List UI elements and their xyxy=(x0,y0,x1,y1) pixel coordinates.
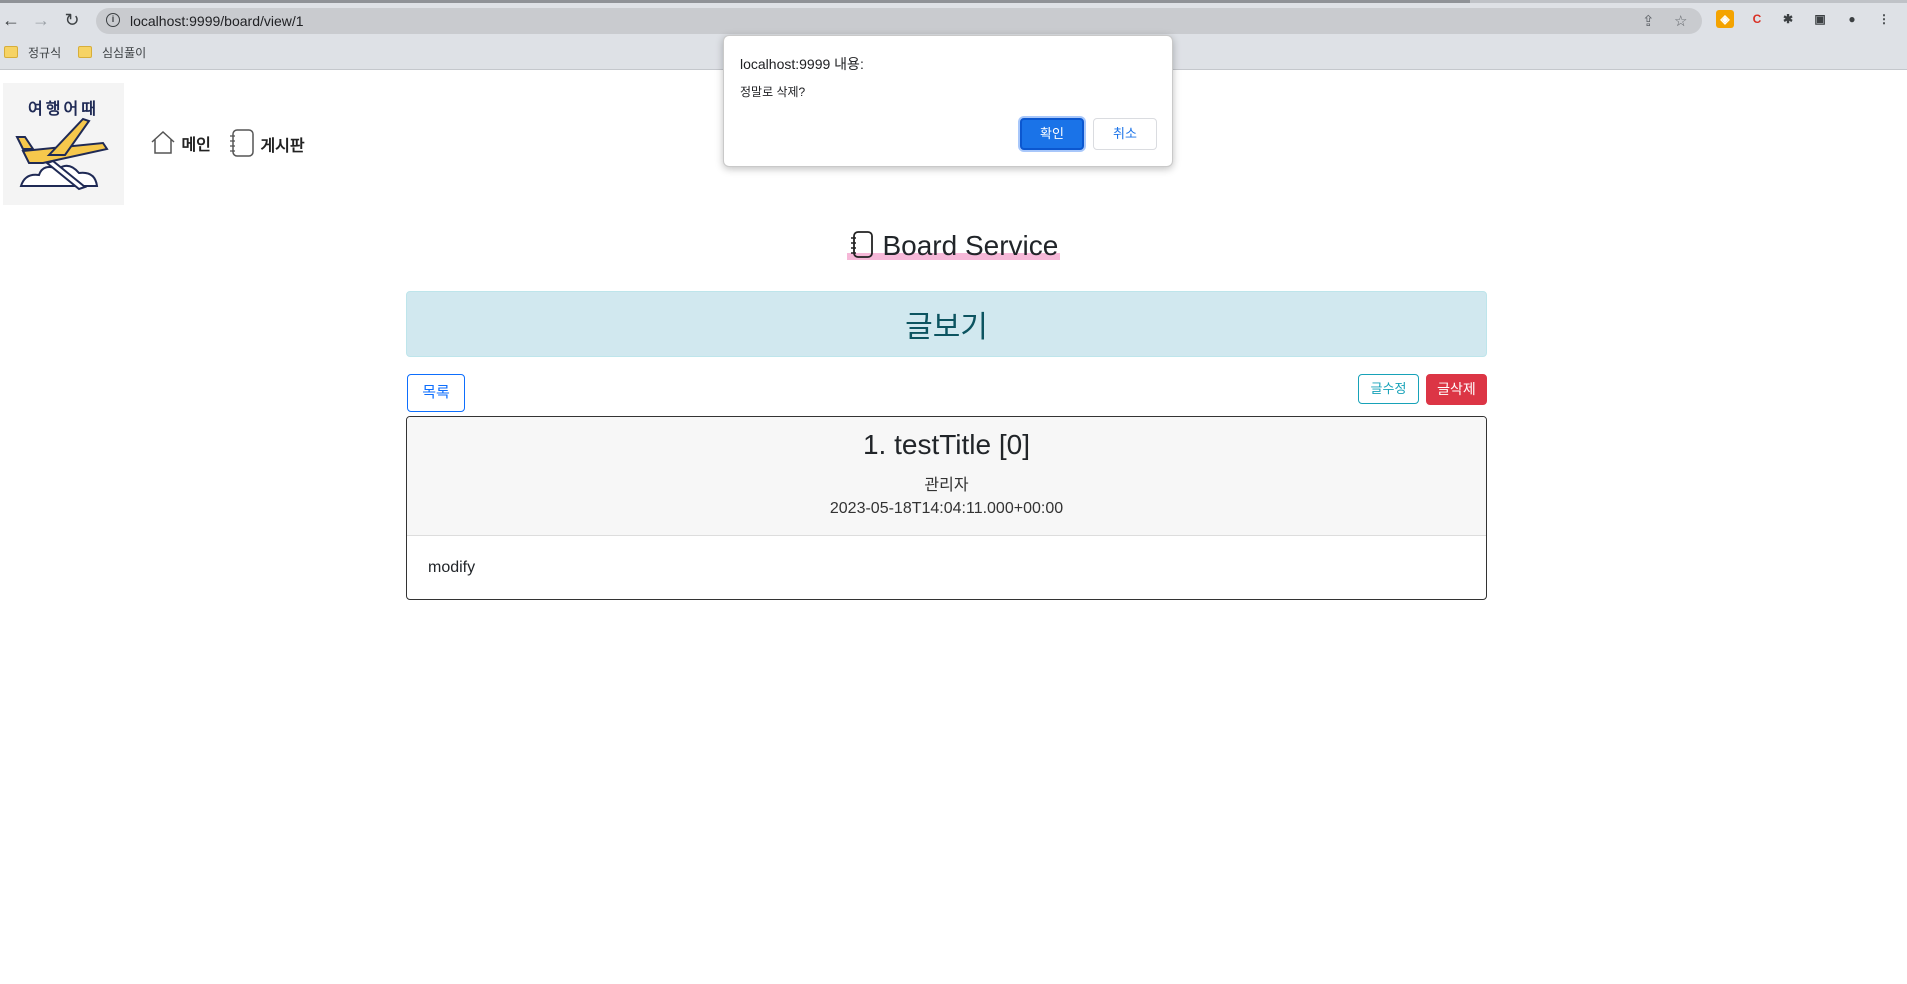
delete-button[interactable]: 글삭제 xyxy=(1426,374,1487,405)
extension-c-icon[interactable]: C xyxy=(1748,10,1766,28)
bookmark-label: 정규식 xyxy=(28,46,62,60)
post-header: 1. testTitle [0] 관리자 2023-05-18T14:04:11… xyxy=(407,417,1486,536)
bookmark-label: 심심풀이 xyxy=(102,46,147,60)
address-bar[interactable]: i localhost:9999/board/view/1 ⇪ ☆ xyxy=(96,8,1702,34)
view-heading-text: 글보기 xyxy=(905,311,988,344)
airplane-icon xyxy=(15,117,109,191)
dialog-message: 정말로 삭제? xyxy=(740,85,806,99)
side-panel-icon[interactable]: ▣ xyxy=(1811,10,1829,28)
extension-icon[interactable]: ◈ xyxy=(1716,10,1734,28)
dialog-title: localhost:9999 내용: xyxy=(740,56,864,72)
bookmark-folder-2[interactable]: 심심풀이 xyxy=(78,44,146,61)
post-date: 2023-05-18T14:04:11.000+00:00 xyxy=(829,500,1064,517)
url-text: localhost:9999/board/view/1 xyxy=(130,13,304,29)
bookmark-star-icon[interactable]: ☆ xyxy=(1674,12,1687,30)
page-title-text: Board Service xyxy=(882,230,1059,261)
share-icon[interactable]: ⇪ xyxy=(1642,12,1655,30)
profile-icon[interactable]: ● xyxy=(1843,10,1861,28)
list-button[interactable]: 목록 xyxy=(407,374,465,412)
post-card: 1. testTitle [0] 관리자 2023-05-18T14:04:11… xyxy=(406,416,1487,600)
nav-main-label: 메인 xyxy=(181,137,211,154)
confirm-cancel-button[interactable]: 취소 xyxy=(1093,118,1157,150)
forward-arrow-icon[interactable]: → xyxy=(30,9,52,31)
notebook-icon xyxy=(230,129,254,157)
nav-board-label: 게시판 xyxy=(260,138,305,155)
edit-button[interactable]: 글수정 xyxy=(1358,374,1419,404)
folder-icon xyxy=(4,46,18,58)
nav-main[interactable]: 메인 xyxy=(149,128,211,156)
site-logo[interactable]: 여행어때 xyxy=(3,83,124,205)
confirm-ok-button[interactable]: 확인 xyxy=(1020,118,1084,150)
site-info-icon[interactable]: i xyxy=(106,13,120,27)
back-arrow-icon[interactable]: ← xyxy=(0,9,22,31)
menu-kebab-icon[interactable]: ⋮ xyxy=(1875,10,1893,28)
post-title: 1. testTitle [0] xyxy=(862,429,1031,460)
extensions-puzzle-icon[interactable]: ✱ xyxy=(1779,10,1797,28)
folder-icon xyxy=(78,46,92,58)
post-content: modify xyxy=(428,559,476,576)
confirm-dialog: localhost:9999 내용: 정말로 삭제? 확인 취소 xyxy=(723,35,1173,167)
home-icon xyxy=(151,130,175,154)
notebook-title-icon xyxy=(850,231,873,258)
post-writer: 관리자 xyxy=(924,477,969,494)
nav-board[interactable]: 게시판 xyxy=(228,128,305,158)
view-heading-banner: 글보기 xyxy=(406,291,1487,357)
page-title: Board Service xyxy=(0,230,1907,262)
reload-icon[interactable]: ↻ xyxy=(61,9,83,31)
browser-toolbar: ← → ↻ i localhost:9999/board/view/1 ⇪ ☆ … xyxy=(0,3,1907,37)
bookmark-folder-1[interactable]: 정규식 xyxy=(4,44,61,61)
page-title-wrap: Board Service xyxy=(846,230,1061,262)
